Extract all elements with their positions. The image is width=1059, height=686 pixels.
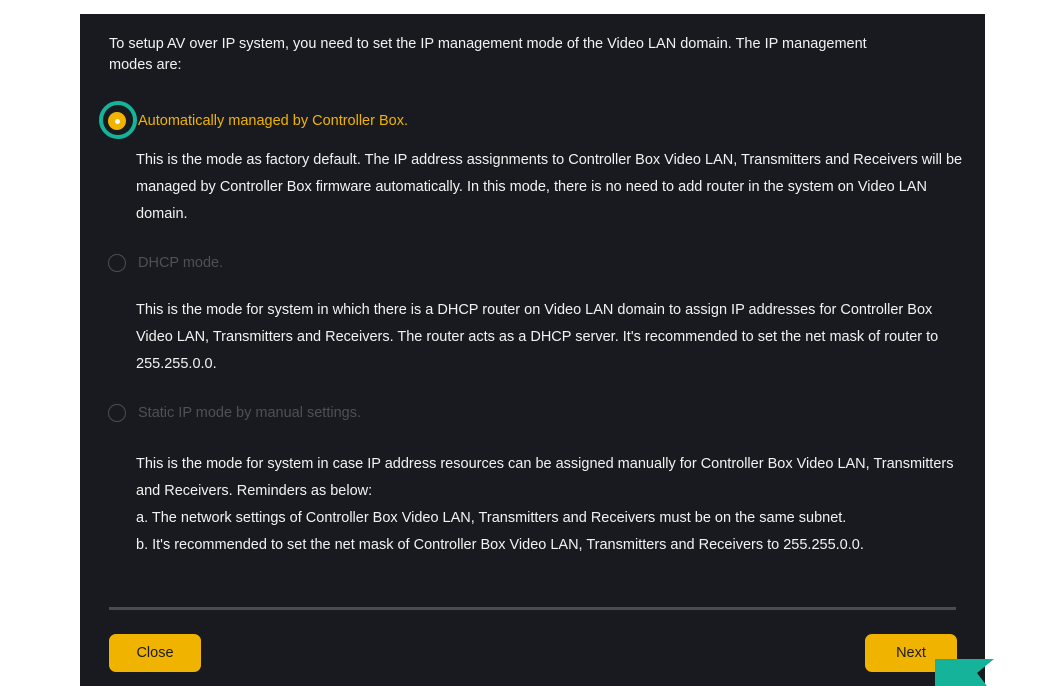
ip-mode-dialog: To setup AV over IP system, you need to … [80, 14, 985, 686]
option-dhcp-description: This is the mode for system in which the… [136, 302, 939, 372]
option-static-ip-description: This is the mode for system in case IP a… [136, 451, 966, 559]
radio-unselected-icon[interactable] [108, 404, 126, 422]
static-ip-description-line: This is the mode for system in case IP a… [136, 456, 954, 499]
pointer-flag-icon [935, 659, 994, 686]
option-dhcp-label[interactable]: DHCP mode. [138, 255, 223, 271]
option-static-ip-label[interactable]: Static IP mode by manual settings. [138, 405, 361, 421]
highlight-ring [99, 101, 137, 139]
option-auto-managed[interactable]: Automatically managed by Controller Box. [99, 101, 408, 139]
radio-unselected-icon[interactable] [108, 254, 126, 272]
static-ip-reminder-b: b. It's recommended to set the net mask … [136, 537, 864, 553]
close-button[interactable]: Close [109, 634, 201, 672]
footer-divider [109, 607, 956, 610]
option-auto-managed-label[interactable]: Automatically managed by Controller Box. [138, 113, 408, 129]
option-dhcp[interactable]: DHCP mode. [108, 252, 223, 274]
option-static-ip[interactable]: Static IP mode by manual settings. [108, 402, 361, 424]
static-ip-reminder-a: a. The network settings of Controller Bo… [136, 510, 847, 526]
radio-selected-icon[interactable] [99, 101, 137, 139]
option-auto-managed-description: This is the mode as factory default. The… [136, 152, 963, 222]
intro-text: To setup AV over IP system, you need to … [109, 36, 867, 73]
